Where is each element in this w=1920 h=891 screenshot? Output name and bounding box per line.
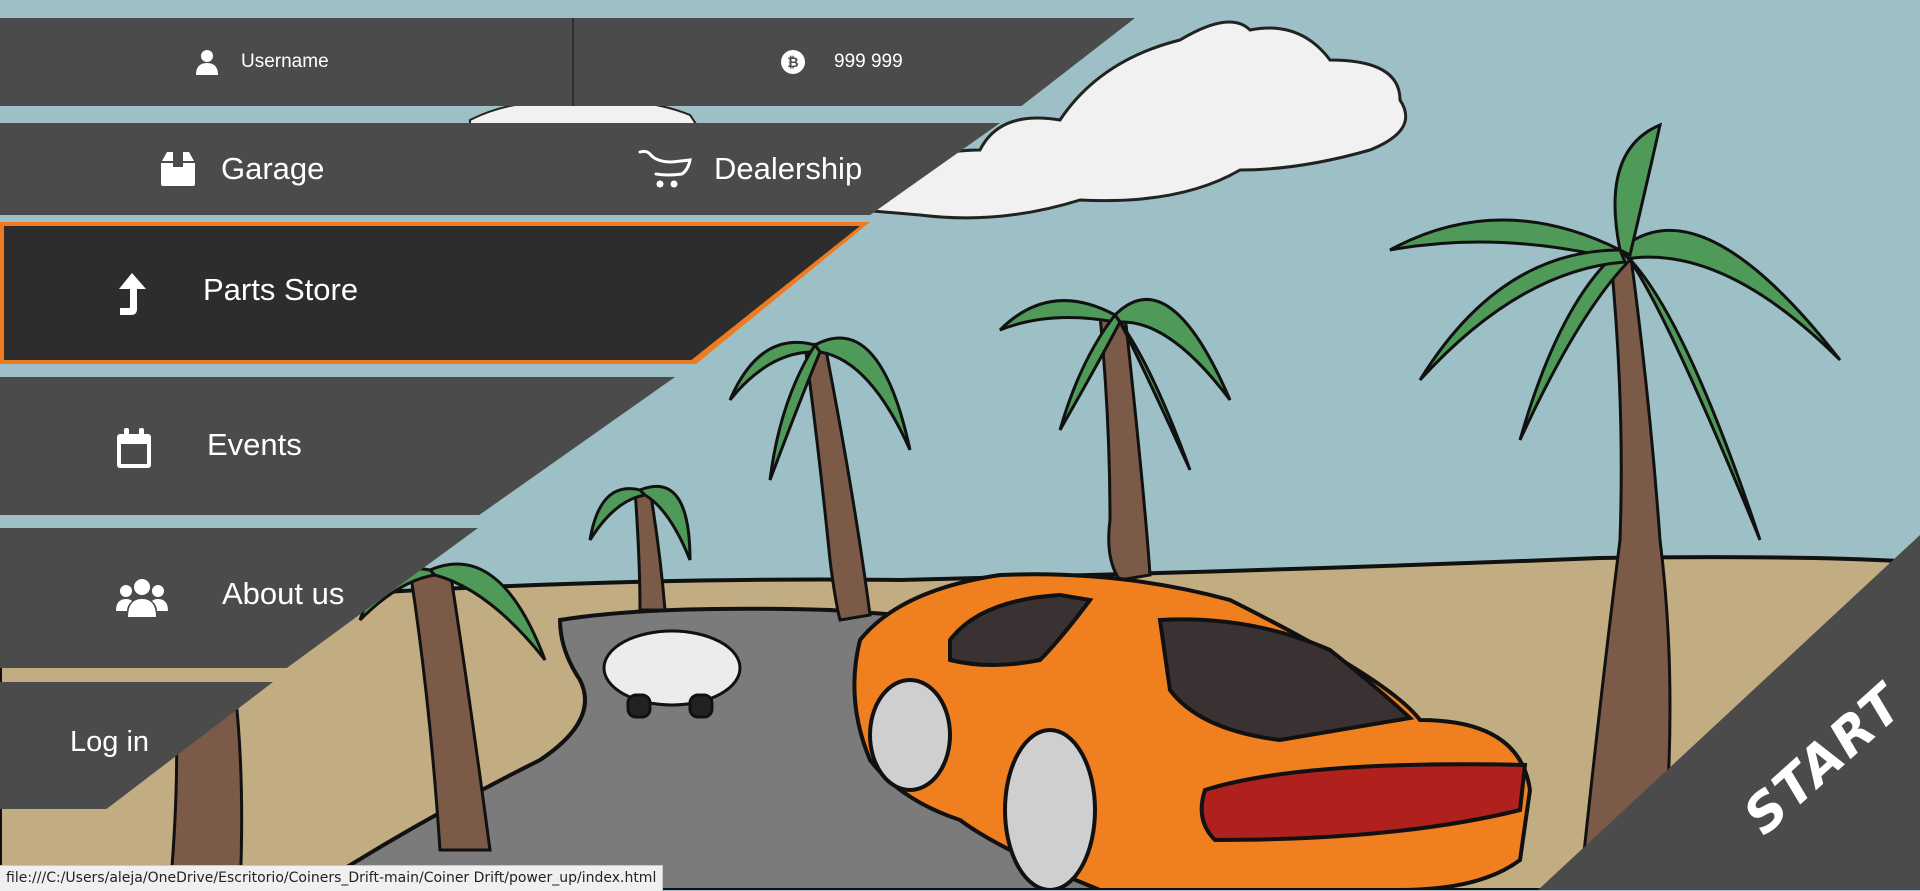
top-bar-divider xyxy=(572,18,574,106)
group-icon xyxy=(116,576,168,620)
bitcoin-coin-icon: ₿ xyxy=(778,47,808,77)
username-label: Username xyxy=(241,51,329,72)
user-profile[interactable]: Username xyxy=(192,18,329,106)
about-us-label: About us xyxy=(222,576,345,611)
dealership-label: Dealership xyxy=(714,151,863,186)
browser-status-url: file:///C:/Users/aleja/OneDrive/Escritor… xyxy=(0,865,664,891)
parts-store-label: Parts Store xyxy=(203,272,359,307)
garage-label: Garage xyxy=(221,151,325,186)
shop-nav-row: Garage Dealership xyxy=(0,123,1000,215)
start-label: START xyxy=(1732,673,1916,847)
top-bar: Username ₿ 999 999 xyxy=(0,18,1135,106)
box-icon xyxy=(158,149,198,189)
coin-amount: 999 999 xyxy=(834,51,903,72)
cart-icon xyxy=(637,147,693,191)
events-label: Events xyxy=(207,427,302,462)
garage-button[interactable]: Garage xyxy=(158,123,324,215)
calendar-icon xyxy=(114,427,154,471)
log-in-label: Log in xyxy=(70,726,150,758)
svg-text:₿: ₿ xyxy=(787,55,798,71)
coin-balance: ₿ 999 999 xyxy=(778,18,903,106)
turn-up-arrow-icon xyxy=(112,270,152,320)
dealership-button[interactable]: Dealership xyxy=(637,123,862,215)
user-icon xyxy=(192,47,222,77)
